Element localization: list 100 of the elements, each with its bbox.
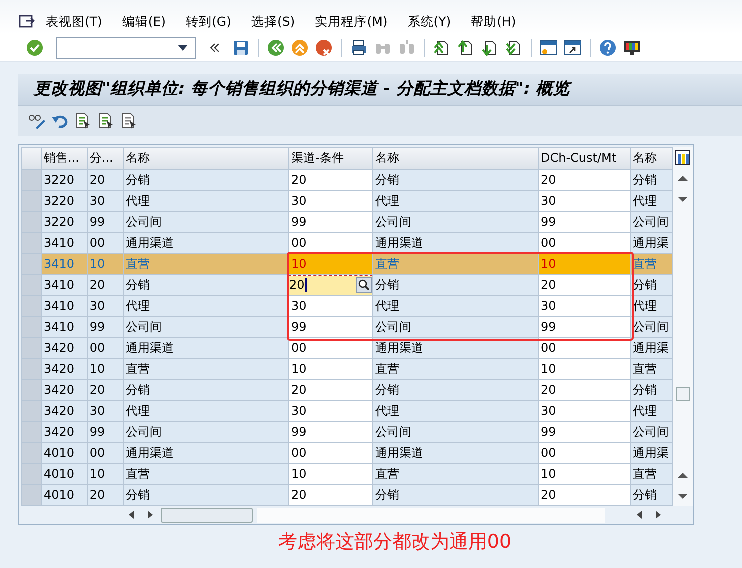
menu-item[interactable]: 编辑(E) bbox=[112, 12, 176, 32]
scroll-thumb[interactable] bbox=[161, 508, 253, 522]
print-icon[interactable] bbox=[350, 38, 368, 56]
save-icon[interactable] bbox=[232, 38, 250, 56]
table-cell: 直营 bbox=[123, 464, 289, 484]
input-cell[interactable]: 30 bbox=[288, 296, 373, 316]
input-cell[interactable]: 30 bbox=[288, 190, 373, 212]
exit-icon[interactable] bbox=[291, 38, 309, 56]
deselect-all-icon[interactable] bbox=[120, 112, 138, 130]
cancel-icon[interactable] bbox=[315, 38, 333, 56]
table-cell: 直营 bbox=[372, 254, 538, 274]
first-page-icon[interactable] bbox=[433, 38, 451, 56]
display-change-icon[interactable] bbox=[28, 112, 46, 130]
table-cell: 直营 bbox=[123, 358, 289, 380]
input-cell[interactable]: 20 bbox=[538, 274, 630, 296]
back-icon[interactable] bbox=[267, 38, 285, 56]
table-cell: 3420 bbox=[41, 358, 88, 380]
table-cell: 直营 bbox=[372, 358, 538, 380]
input-cell[interactable]: 10 bbox=[288, 464, 373, 484]
table-cell: 分销 bbox=[630, 484, 672, 506]
next-page-icon[interactable] bbox=[481, 38, 499, 56]
shortcut-icon[interactable] bbox=[564, 38, 582, 56]
table-cell: 公司间 bbox=[123, 316, 289, 338]
input-cell[interactable]: 20 bbox=[288, 170, 373, 190]
scroll-track[interactable] bbox=[257, 508, 605, 522]
last-page-icon[interactable] bbox=[505, 38, 523, 56]
select-block-icon[interactable] bbox=[97, 112, 115, 130]
table-cell: 3420 bbox=[41, 422, 88, 442]
input-cell[interactable]: 99 bbox=[538, 422, 630, 442]
table-cell: 通用渠 bbox=[630, 338, 672, 358]
table-cell: 分销 bbox=[123, 170, 289, 190]
input-cell[interactable]: 00 bbox=[538, 442, 630, 464]
table-cell: 通用渠道 bbox=[123, 338, 289, 358]
table-cell: 公司间 bbox=[372, 422, 538, 442]
column-header[interactable]: 渠道-条件 bbox=[288, 148, 373, 170]
scroll-thumb[interactable] bbox=[676, 387, 690, 401]
table-cell: 代理 bbox=[630, 400, 672, 422]
enter-icon[interactable] bbox=[26, 38, 44, 56]
input-cell[interactable]: 10 bbox=[538, 464, 630, 484]
input-cell[interactable]: 20 bbox=[288, 484, 373, 506]
menu-item[interactable]: 实用程序(M) bbox=[305, 12, 398, 32]
column-header[interactable]: 名称 bbox=[630, 148, 672, 170]
previous-page-icon[interactable] bbox=[457, 38, 475, 56]
table-cell: 公司间 bbox=[630, 212, 672, 232]
menu-item[interactable]: 系统(Y) bbox=[398, 12, 462, 32]
input-cell[interactable]: 99 bbox=[288, 316, 373, 338]
input-cell[interactable]: 00 bbox=[288, 442, 373, 464]
table-cell: 分销 bbox=[123, 380, 289, 400]
input-cell[interactable]: 20 bbox=[538, 484, 630, 506]
input-cell[interactable]: 30 bbox=[538, 400, 630, 422]
table-cell: 00 bbox=[87, 232, 124, 254]
input-cell[interactable]: 10 bbox=[538, 358, 630, 380]
table-cell: 20 bbox=[87, 380, 124, 400]
annotation-text: 考虑将这部分都改为通用00 bbox=[278, 531, 512, 553]
table-cell: 3420 bbox=[41, 400, 88, 422]
monitor-icon[interactable] bbox=[623, 38, 641, 56]
input-cell[interactable]: 30 bbox=[538, 190, 630, 212]
table-cell: 分销 bbox=[123, 484, 289, 506]
input-cell[interactable]: 30 bbox=[538, 296, 630, 316]
input-field[interactable]: 20 bbox=[290, 276, 372, 294]
menu-item[interactable]: 表视图(T) bbox=[36, 12, 112, 32]
input-cell[interactable]: 99 bbox=[538, 316, 630, 338]
table-cell: 分销 bbox=[372, 274, 538, 296]
menu-item[interactable]: 选择(S) bbox=[242, 12, 306, 32]
menu-item[interactable]: 帮助(H) bbox=[461, 12, 526, 32]
select-all-icon[interactable] bbox=[74, 112, 92, 130]
table-cell: 公司间 bbox=[372, 212, 538, 232]
table-cell: 分销 bbox=[630, 380, 672, 400]
table-cell: 3410 bbox=[41, 296, 88, 316]
table-cell: 3410 bbox=[41, 274, 88, 296]
layout-settings-icon[interactable] bbox=[675, 150, 691, 166]
table-cell: 通用渠道 bbox=[123, 442, 289, 464]
table-cell: 代理 bbox=[123, 400, 289, 422]
table-cell: 代理 bbox=[123, 296, 289, 316]
table-cell: 20 bbox=[87, 274, 124, 296]
table-cell: 公司间 bbox=[630, 422, 672, 442]
input-cell[interactable]: 99 bbox=[538, 212, 630, 232]
column-header[interactable]: 销售... bbox=[41, 148, 88, 170]
new-session-icon[interactable] bbox=[540, 38, 558, 56]
input-cell[interactable]: 20 bbox=[538, 380, 630, 400]
input-cell[interactable]: 99 bbox=[288, 422, 373, 442]
input-cell[interactable]: 10 bbox=[288, 358, 373, 380]
column-header[interactable]: 名称 bbox=[372, 148, 538, 170]
table-cell: 3420 bbox=[41, 338, 88, 358]
input-cell[interactable]: 20 bbox=[288, 380, 373, 400]
table-cell: 4010 bbox=[41, 464, 88, 484]
input-cell[interactable]: 99 bbox=[288, 212, 373, 232]
input-cell[interactable]: 20 bbox=[538, 170, 630, 190]
column-header[interactable]: 名称 bbox=[123, 148, 289, 170]
input-cell[interactable]: 30 bbox=[288, 400, 373, 422]
table-cell: 3410 bbox=[41, 316, 88, 338]
help-icon[interactable] bbox=[599, 38, 617, 56]
table-cell: 3220 bbox=[41, 170, 88, 190]
menu-item[interactable]: 转到(G) bbox=[176, 12, 242, 32]
table-cell: 30 bbox=[87, 190, 124, 212]
column-header[interactable]: 分... bbox=[87, 148, 124, 170]
command-field[interactable] bbox=[56, 36, 196, 58]
search-help-icon[interactable] bbox=[356, 277, 372, 293]
table-cell: 直营 bbox=[630, 358, 672, 380]
column-header[interactable]: DCh-Cust/Mt bbox=[538, 148, 630, 170]
